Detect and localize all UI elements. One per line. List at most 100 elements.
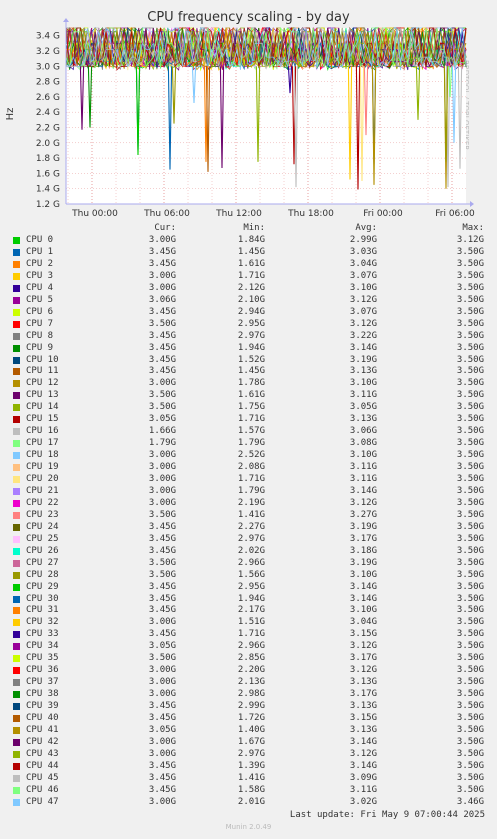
legend-value-max: 3.50G xyxy=(456,533,484,544)
y-tick-label: 3.4 G xyxy=(36,32,60,42)
legend-value-max: 3.50G xyxy=(456,414,484,425)
legend-row: CPU 33 3.45G 1.71G 3.15G 3.50G xyxy=(0,629,497,641)
legend-row: CPU 34 3.05G 2.96G 3.12G 3.50G xyxy=(0,641,497,653)
legend-row: CPU 35 3.50G 2.85G 3.17G 3.50G xyxy=(0,653,497,665)
munin-graph: CPU frequency scaling - by day Hz RRDTOO… xyxy=(0,0,497,839)
legend-row: CPU 23 3.50G 1.41G 3.27G 3.50G xyxy=(0,510,497,522)
legend-row: CPU 30 3.45G 1.94G 3.14G 3.50G xyxy=(0,594,497,606)
y-axis-arrow xyxy=(63,18,69,22)
legend-row: CPU 31 3.45G 2.17G 3.10G 3.50G xyxy=(0,605,497,617)
legend-value-max: 3.50G xyxy=(456,689,484,700)
y-tick-label: 2.8 G xyxy=(36,78,60,88)
legend-row: CPU 6 3.45G 2.94G 3.07G 3.50G xyxy=(0,307,497,319)
legend-value-max: 3.50G xyxy=(456,593,484,604)
legend-value-max: 3.50G xyxy=(456,246,484,257)
legend-value-max: 3.50G xyxy=(456,545,484,556)
y-tick-label: 2.6 G xyxy=(36,93,60,103)
legend-row: CPU 32 3.00G 1.51G 3.04G 3.50G xyxy=(0,617,497,629)
x-tick-label: Fri 00:00 xyxy=(363,209,403,219)
legend-row: CPU 21 3.00G 1.79G 3.14G 3.50G xyxy=(0,486,497,498)
x-tick-label: Fri 06:00 xyxy=(435,209,475,219)
legend-row: CPU 29 3.45G 2.95G 3.14G 3.50G xyxy=(0,582,497,594)
legend-row: CPU 39 3.45G 2.99G 3.13G 3.50G xyxy=(0,701,497,713)
x-axis-arrow xyxy=(470,201,474,207)
legend-row: CPU 26 3.45G 2.02G 3.18G 3.50G xyxy=(0,546,497,558)
munin-version: Munin 2.0.49 xyxy=(225,823,272,831)
legend-row: CPU 25 3.45G 2.97G 3.17G 3.50G xyxy=(0,534,497,546)
legend-value-max: 3.50G xyxy=(456,521,484,532)
last-update: Last update: Fri May 9 07:00:44 2025 xyxy=(289,810,485,820)
legend-row: CPU 47 3.00G 2.01G 3.02G 3.46G xyxy=(0,797,497,809)
y-tick-label: 2.0 G xyxy=(36,139,60,149)
legend-row: CPU 4 3.00G 2.12G 3.10G 3.50G xyxy=(0,283,497,295)
y-tick-label: 1.2 G xyxy=(36,200,60,210)
legend-row: CPU 40 3.45G 1.72G 3.15G 3.50G xyxy=(0,713,497,725)
legend-value-max: 3.50G xyxy=(456,629,484,640)
y-tick-label: 3.0 G xyxy=(36,62,60,72)
legend-row: CPU 13 3.50G 1.61G 3.11G 3.50G xyxy=(0,390,497,402)
legend-row: CPU 19 3.00G 2.08G 3.11G 3.50G xyxy=(0,462,497,474)
legend-row: CPU 18 3.00G 2.52G 3.10G 3.50G xyxy=(0,450,497,462)
legend-row: CPU 44 3.45G 1.39G 3.14G 3.50G xyxy=(0,761,497,773)
legend-value-max: 3.50G xyxy=(456,438,484,449)
legend-row: CPU 45 3.45G 1.41G 3.09G 3.50G xyxy=(0,773,497,785)
legend-value-max: 3.50G xyxy=(456,760,484,771)
y-tick-label: 3.2 G xyxy=(36,47,60,57)
legend-row: CPU 20 3.00G 1.71G 3.11G 3.50G xyxy=(0,474,497,486)
legend-value-max: 3.50G xyxy=(456,617,484,628)
legend-row: CPU 9 3.45G 1.94G 3.14G 3.50G xyxy=(0,343,497,355)
legend-value-max: 3.50G xyxy=(456,713,484,723)
legend-value-max: 3.50G xyxy=(456,450,484,461)
legend-row: CPU 14 3.50G 1.75G 3.05G 3.50G xyxy=(0,402,497,414)
legend-value-max: 3.50G xyxy=(456,641,484,652)
legend-value-max: 3.50G xyxy=(456,509,484,520)
legend-value-max: 3.50G xyxy=(456,390,484,401)
legend-value-max: 3.50G xyxy=(456,318,484,329)
legend-value-max: 3.50G xyxy=(456,557,484,568)
legend-row: CPU 41 3.05G 1.40G 3.13G 3.50G xyxy=(0,725,497,737)
legend-row: CPU 37 3.00G 2.13G 3.13G 3.50G xyxy=(0,677,497,689)
legend-value-max: 3.50G xyxy=(456,736,484,747)
legend-value-max: 3.50G xyxy=(456,724,484,735)
x-tick-label: Thu 00:00 xyxy=(71,209,118,219)
legend-row: CPU 11 3.45G 1.45G 3.13G 3.50G xyxy=(0,366,497,378)
legend-value-max: 3.50G xyxy=(456,378,484,389)
legend-value-max: 3.50G xyxy=(456,784,484,795)
legend-value-max: 3.50G xyxy=(456,402,484,413)
legend-value-max: 3.12G xyxy=(456,235,484,245)
legend-value-max: 3.50G xyxy=(456,462,484,473)
y-tick-label: 1.6 G xyxy=(36,169,60,179)
legend-value-max: 3.50G xyxy=(456,653,484,664)
legend-row: CPU 10 3.45G 1.52G 3.19G 3.50G xyxy=(0,355,497,367)
legend-value-max: 3.50G xyxy=(456,294,484,305)
legend-row: CPU 2 3.45G 1.61G 3.04G 3.50G xyxy=(0,259,497,271)
legend-row: CPU 42 3.00G 1.67G 3.14G 3.50G xyxy=(0,737,497,749)
legend-row: CPU 28 3.50G 1.56G 3.10G 3.50G xyxy=(0,570,497,582)
legend-value-max: 3.50G xyxy=(456,282,484,293)
legend-value-max: 3.50G xyxy=(456,270,484,281)
legend-row: CPU 17 1.79G 1.79G 3.08G 3.50G xyxy=(0,438,497,450)
x-tick-label: Thu 12:00 xyxy=(215,209,262,219)
y-tick-label: 1.4 G xyxy=(36,185,60,195)
legend-value-max: 3.50G xyxy=(456,366,484,377)
legend-value-max: 3.50G xyxy=(456,342,484,353)
legend-value-max: 3.50G xyxy=(456,354,484,365)
legend-row: CPU 46 3.45G 1.58G 3.11G 3.50G xyxy=(0,785,497,797)
legend-row: CPU 15 3.05G 1.71G 3.13G 3.50G xyxy=(0,414,497,426)
legend-column-header: Max: xyxy=(462,223,484,233)
y-tick-label: 2.2 G xyxy=(36,123,60,133)
legend-value-max: 3.50G xyxy=(456,748,484,759)
legend-row: CPU 16 1.66G 1.57G 3.06G 3.50G xyxy=(0,426,497,438)
x-tick-label: Thu 18:00 xyxy=(287,209,334,219)
legend-row: CPU 12 3.00G 1.78G 3.10G 3.50G xyxy=(0,378,497,390)
legend-row: CPU 27 3.50G 2.96G 3.19G 3.50G xyxy=(0,558,497,570)
legend-value-max: 3.50G xyxy=(456,569,484,580)
legend-row: CPU 1 3.45G 1.45G 3.03G 3.50G xyxy=(0,247,497,259)
legend-row: CPU 7 3.50G 2.95G 3.12G 3.50G xyxy=(0,319,497,331)
legend-value-max: 3.50G xyxy=(456,665,484,676)
legend-row: CPU 22 3.00G 2.19G 3.12G 3.50G xyxy=(0,498,497,510)
legend-value-max: 3.50G xyxy=(456,581,484,592)
plot-area: 1.2 G 1.4 G 1.6 G 1.8 G 2.0 G 2.2 G 2.4 G 2.6 G… xyxy=(36,18,475,219)
legend-value-max: 3.46G xyxy=(456,796,484,807)
legend-row: CPU 3 3.00G 1.71G 3.07G 3.50G xyxy=(0,271,497,283)
